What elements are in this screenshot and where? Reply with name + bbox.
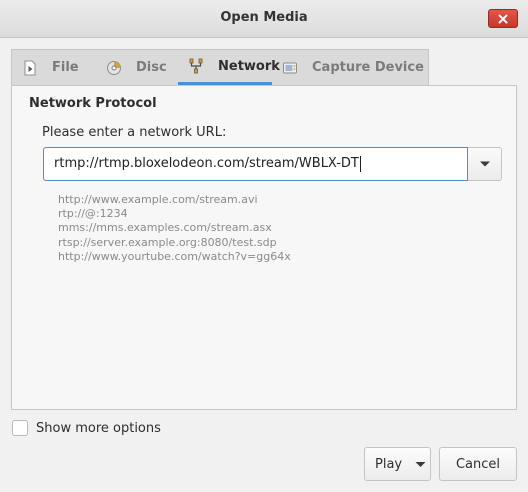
url-prompt-label: Please enter a network URL: <box>42 125 227 140</box>
chevron-down-icon <box>415 461 426 467</box>
tab-capture-device-label: Capture Device <box>312 60 424 75</box>
file-icon <box>22 60 38 76</box>
show-more-options-label[interactable]: Show more options <box>36 421 161 436</box>
capture-device-icon <box>282 60 298 76</box>
tab-file-label: File <box>52 60 79 75</box>
tab-file[interactable]: File <box>12 50 96 85</box>
tab-network[interactable]: Network <box>178 50 280 85</box>
tab-bar: File Disc Network Capture Device <box>11 49 429 85</box>
play-options-dropdown[interactable] <box>412 461 430 468</box>
window-title: Open Media <box>220 10 308 25</box>
show-more-options-row[interactable]: Show more options <box>12 420 161 436</box>
cancel-button-label: Cancel <box>455 456 501 472</box>
url-input[interactable]: rtmp://rtmp.bloxelodeon.com/stream/WBLX-… <box>43 147 468 181</box>
network-icon <box>188 58 204 74</box>
example-url: http://www.example.com/stream.avi <box>58 193 258 206</box>
example-url: rtp://@:1234 <box>58 207 128 221</box>
tab-network-label: Network <box>218 58 280 74</box>
tab-capture-device[interactable]: Capture Device <box>272 50 428 85</box>
url-combobox: rtmp://rtmp.bloxelodeon.com/stream/WBLX-… <box>43 147 502 181</box>
disc-icon <box>106 60 122 76</box>
chevron-down-icon <box>479 161 490 167</box>
url-examples: http://www.example.com/stream.avi rtp://… <box>58 193 291 264</box>
show-more-options-checkbox[interactable] <box>12 420 28 436</box>
example-url: http://www.yourtube.com/watch?v=gg64x <box>58 249 291 263</box>
network-protocol-heading: Network Protocol <box>29 96 157 111</box>
title-bar: Open Media <box>0 0 528 38</box>
text-cursor <box>359 155 361 172</box>
close-icon <box>498 14 508 23</box>
cancel-button[interactable]: Cancel <box>439 447 517 481</box>
play-button[interactable]: Play <box>364 447 431 481</box>
url-input-value: rtmp://rtmp.bloxelodeon.com/stream/WBLX-… <box>54 156 359 171</box>
example-url: rtsp://server.example.org:8080/test.sdp <box>58 235 277 249</box>
url-history-dropdown-button[interactable] <box>468 147 502 181</box>
play-button-label[interactable]: Play <box>365 457 412 472</box>
tab-disc[interactable]: Disc <box>96 50 178 85</box>
network-panel: Network Protocol Please enter a network … <box>11 85 517 410</box>
example-url: mms://mms.examples.com/stream.asx <box>58 221 272 235</box>
close-button[interactable] <box>488 9 518 28</box>
tab-disc-label: Disc <box>136 60 167 75</box>
